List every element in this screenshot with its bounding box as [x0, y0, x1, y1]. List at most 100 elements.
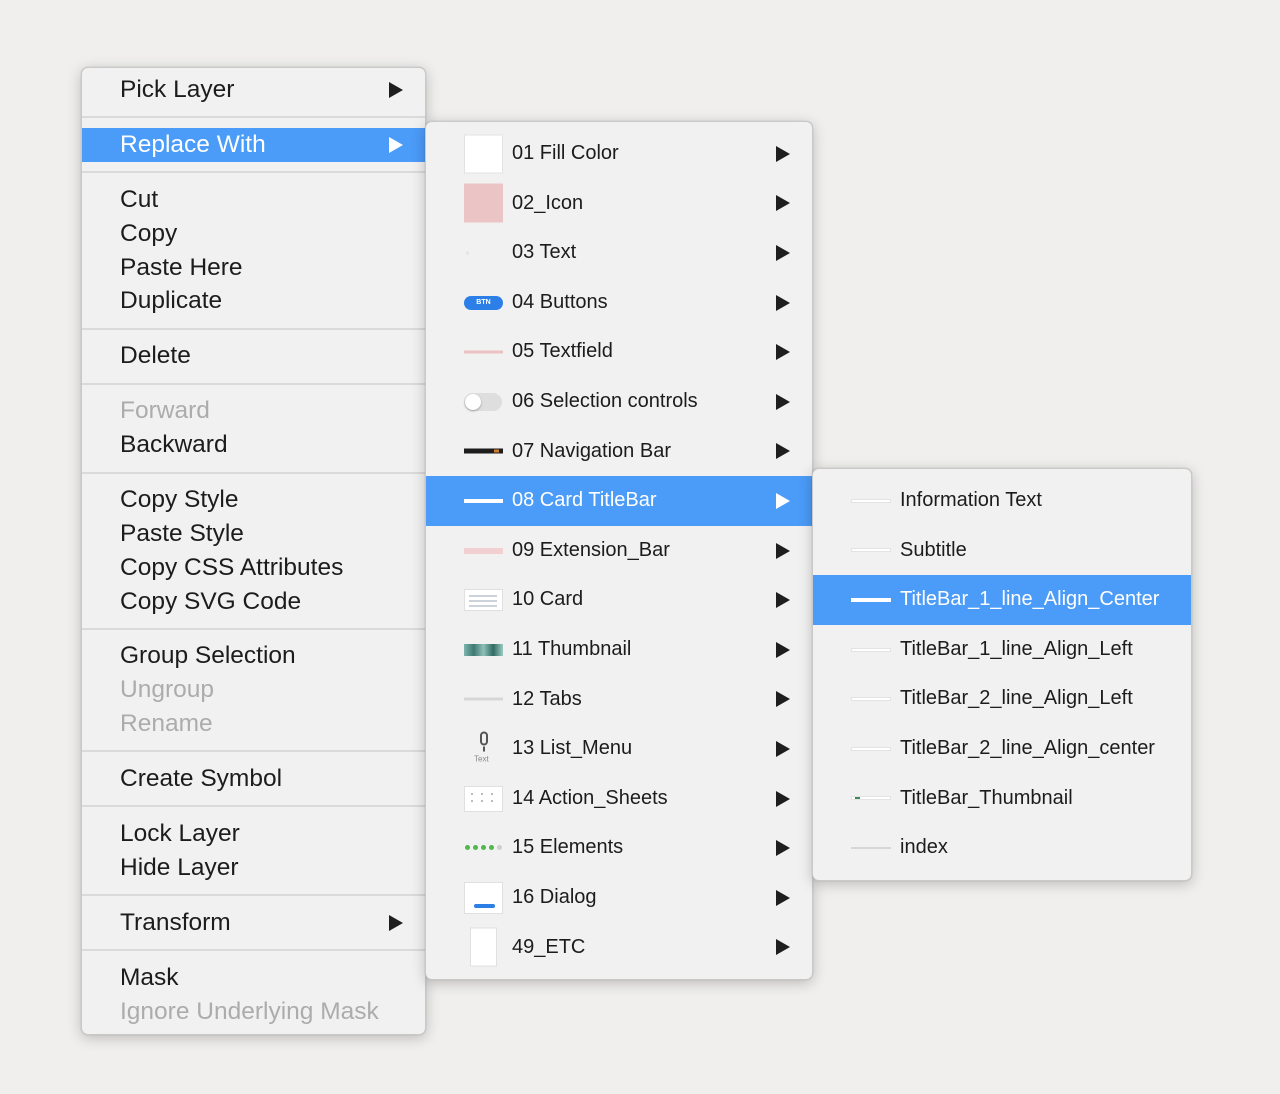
submenu-arrow-icon	[776, 145, 790, 162]
menu-item-group-selection[interactable]: Group Selection	[82, 639, 425, 673]
submenu-arrow-icon	[776, 294, 790, 311]
submenu-item-titlebar-thumbnail[interactable]: TitleBar_Thumbnail	[813, 774, 1191, 824]
menu-separator	[82, 116, 425, 119]
menu-item-copy-css-attributes[interactable]: Copy CSS Attributes	[82, 551, 425, 585]
menu-item-label: Delete	[120, 342, 191, 370]
menu-separator	[82, 171, 425, 174]
submenu-item-action-sheets[interactable]: 14 Action_Sheets	[426, 774, 812, 824]
submenu-item-extension-bar[interactable]: 09 Extension_Bar	[426, 526, 812, 576]
information-text-swatch-icon	[851, 498, 891, 503]
text-swatch-icon	[466, 251, 469, 255]
menu-item-backward[interactable]: Backward	[82, 428, 425, 462]
menu-item-label: Copy	[120, 219, 178, 247]
menu-item-label: Hide Layer	[120, 853, 239, 881]
submenu-item-label: Information Text	[900, 489, 1042, 511]
menu-item-label: Paste Style	[120, 519, 244, 547]
submenu-item-card[interactable]: 10 Card	[426, 575, 812, 625]
menu-item-label: Copy CSS Attributes	[120, 553, 344, 581]
menu-item-label: Mask	[120, 963, 179, 991]
submenu-arrow-icon	[776, 344, 790, 361]
submenu-item-titlebar-1-line-left[interactable]: TitleBar_1_line_Align_Left	[813, 625, 1191, 675]
submenu-item-navigation-bar[interactable]: 07 Navigation Bar	[426, 427, 812, 477]
menu-item-lock-layer[interactable]: Lock Layer	[82, 817, 425, 851]
rating-dots-swatch-icon	[464, 845, 503, 851]
replace-with-submenu: 01 Fill Color 02_Icon 03 Text BTN 04 But…	[425, 121, 813, 980]
menu-item-paste-here[interactable]: Paste Here	[82, 251, 425, 285]
submenu-item-index[interactable]: index	[813, 823, 1191, 873]
menu-item-paste-style[interactable]: Paste Style	[82, 517, 425, 551]
menu-item-label: Paste Here	[120, 253, 243, 281]
menu-separator	[82, 327, 425, 330]
submenu-arrow-icon	[389, 136, 403, 153]
submenu-item-label: Subtitle	[900, 538, 967, 561]
menu-item-transform[interactable]: Transform	[82, 906, 425, 940]
menu-item-label: Rename	[120, 710, 213, 738]
submenu-item-buttons[interactable]: BTN 04 Buttons	[426, 278, 812, 328]
menu-separator	[82, 750, 425, 753]
submenu-item-titlebar-2-line-center[interactable]: TitleBar_2_line_Align_center	[813, 724, 1191, 774]
menu-item-create-symbol[interactable]: Create Symbol	[82, 762, 425, 796]
submenu-item-thumbnail[interactable]: 11 Thumbnail	[426, 625, 812, 675]
menu-item-label: Group Selection	[120, 642, 296, 670]
menu-item-label: Transform	[120, 908, 231, 936]
submenu-item-text[interactable]: 03 Text	[426, 228, 812, 278]
menu-item-copy-svg-code[interactable]: Copy SVG Code	[82, 585, 425, 619]
submenu-item-tabs[interactable]: 12 Tabs	[426, 675, 812, 725]
submenu-item-label: 06 Selection controls	[512, 389, 698, 412]
submenu-item-label: 04 Buttons	[512, 290, 608, 313]
submenu-item-label: 10 Card	[512, 588, 584, 611]
microphone-caption: Text	[474, 754, 489, 764]
submenu-arrow-icon	[776, 691, 790, 708]
submenu-item-card-titlebar[interactable]: 08 Card TitleBar	[426, 476, 812, 526]
card-swatch-icon	[464, 589, 503, 612]
menu-item-label: Ungroup	[120, 676, 214, 704]
subtitle-swatch-icon	[851, 548, 891, 553]
submenu-item-label: 05 Textfield	[512, 340, 613, 363]
submenu-arrow-icon	[776, 542, 790, 559]
menu-item-rename: Rename	[82, 707, 425, 741]
textfield-swatch-icon	[464, 350, 503, 354]
submenu-item-list-menu[interactable]: Text 13 List_Menu	[426, 724, 812, 774]
menu-item-copy-style[interactable]: Copy Style	[82, 483, 425, 517]
submenu-item-label: 15 Elements	[512, 836, 624, 859]
tabs-swatch-icon	[464, 697, 503, 701]
submenu-arrow-icon	[776, 790, 790, 807]
submenu-item-titlebar-1-line-center[interactable]: TitleBar_1_line_Align_Center	[813, 575, 1191, 625]
fill-color-swatch-icon	[464, 134, 503, 174]
submenu-item-label: 16 Dialog	[512, 885, 597, 908]
menu-item-mask[interactable]: Mask	[82, 961, 425, 995]
menu-item-label: Ignore Underlying Mask	[120, 997, 379, 1025]
menu-item-hide-layer[interactable]: Hide Layer	[82, 851, 425, 885]
submenu-item-icon[interactable]: 02_Icon	[426, 179, 812, 229]
menu-item-delete[interactable]: Delete	[82, 339, 425, 373]
submenu-arrow-icon	[776, 740, 790, 757]
submenu-item-label: 02_Icon	[512, 191, 584, 214]
submenu-item-elements[interactable]: 15 Elements	[426, 823, 812, 873]
submenu-item-subtitle[interactable]: Subtitle	[813, 526, 1191, 576]
submenu-arrow-icon	[776, 641, 790, 658]
submenu-arrow-icon	[776, 889, 790, 906]
submenu-item-label: TitleBar_1_line_Align_Center	[900, 588, 1160, 611]
submenu-item-selection-controls[interactable]: 06 Selection controls	[426, 377, 812, 427]
submenu-item-information-text[interactable]: Information Text	[813, 476, 1191, 526]
menu-item-copy[interactable]: Copy	[82, 217, 425, 251]
menu-item-replace-with[interactable]: Replace With	[82, 127, 425, 162]
submenu-arrow-icon	[776, 592, 790, 609]
submenu-item-label: TitleBar_2_line_Align_center	[900, 736, 1155, 759]
menu-item-cut[interactable]: Cut	[82, 183, 425, 217]
submenu-item-label: 12 Tabs	[512, 687, 582, 710]
menu-separator	[82, 894, 425, 897]
menu-item-pick-layer[interactable]: Pick Layer	[82, 73, 425, 107]
menu-item-duplicate[interactable]: Duplicate	[82, 284, 425, 318]
submenu-item-dialog[interactable]: 16 Dialog	[426, 873, 812, 923]
submenu-item-titlebar-2-line-left[interactable]: TitleBar_2_line_Align_Left	[813, 674, 1191, 724]
submenu-item-textfield[interactable]: 05 Textfield	[426, 327, 812, 377]
menu-separator	[82, 627, 425, 630]
submenu-item-fill-color[interactable]: 01 Fill Color	[426, 129, 812, 179]
menu-item-label: Replace With	[120, 130, 266, 158]
submenu-item-label: 49_ETC	[512, 935, 586, 958]
menu-item-ignore-underlying-mask: Ignore Underlying Mask	[82, 995, 425, 1029]
icon-swatch-icon	[464, 183, 503, 223]
submenu-item-etc[interactable]: 49_ETC	[426, 923, 812, 973]
submenu-arrow-icon	[776, 195, 790, 212]
